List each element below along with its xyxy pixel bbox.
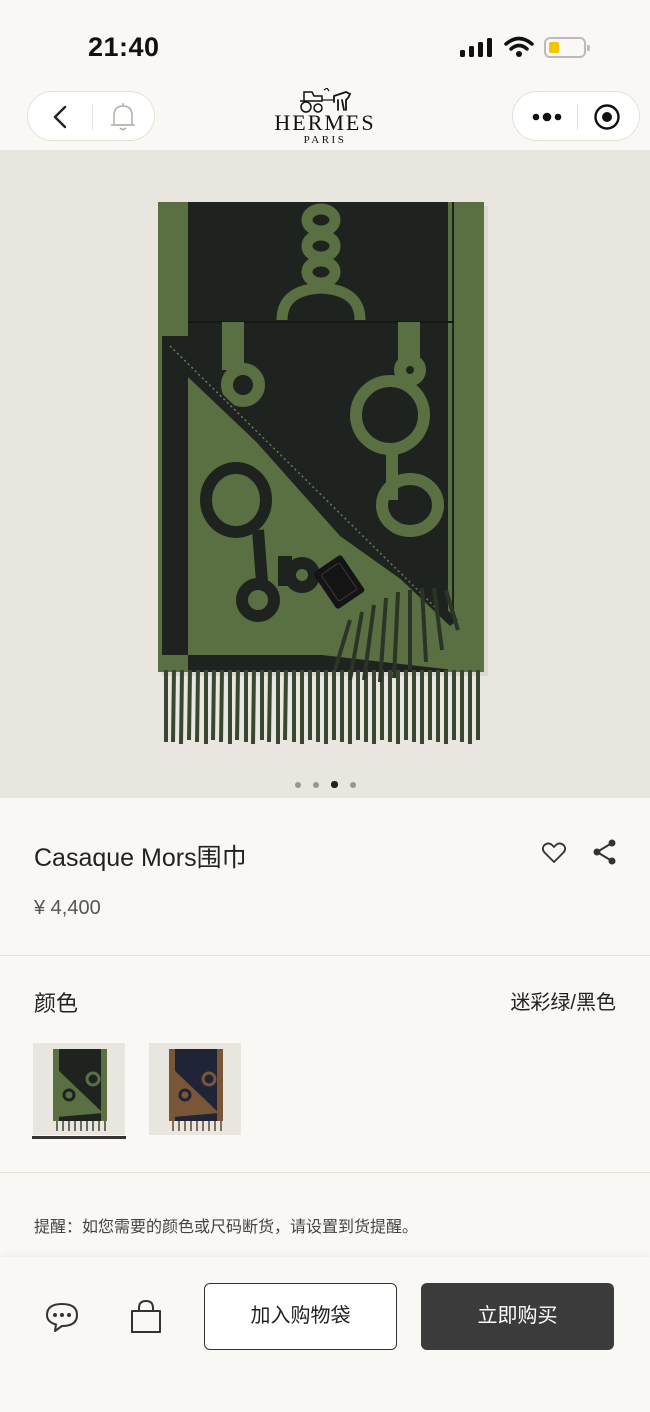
product-page: 21:40 HERMES PARIS Casaque Mors围巾 ¥ 4,40…	[0, 0, 650, 1412]
carousel-dot-active[interactable]	[330, 781, 338, 789]
bell-icon[interactable]	[106, 100, 140, 134]
product-price: ¥ 4,400	[34, 897, 101, 919]
nav-left-capsule	[27, 91, 155, 141]
carousel-indicator	[0, 776, 650, 789]
selected-color-value: 迷彩绿/黑色	[510, 992, 616, 1014]
buy-now-button[interactable]: 立即购买	[421, 1283, 614, 1350]
back-arrow-icon[interactable]	[48, 104, 74, 130]
battery-icon	[544, 37, 590, 58]
bottom-action-bar: 加入购物袋 立即购买	[0, 1257, 650, 1412]
scarf-image	[158, 202, 488, 745]
color-swatch-brown-navy[interactable]	[149, 1043, 241, 1135]
product-title: Casaque Mors围巾	[34, 844, 247, 872]
cellular-signal-icon	[460, 38, 492, 57]
add-to-cart-button[interactable]: 加入购物袋	[204, 1283, 397, 1350]
wifi-icon	[504, 36, 534, 57]
nav-right-capsule	[512, 91, 640, 141]
stock-reminder-text: 提醒：如您需要的颜色或尺码断货，请设置到货提醒。	[34, 1219, 419, 1236]
capsule-divider	[577, 104, 578, 130]
share-icon[interactable]	[592, 838, 618, 866]
brand-city: PARIS	[303, 134, 347, 146]
shopping-bag-icon[interactable]	[128, 1299, 164, 1335]
product-image-carousel[interactable]	[0, 150, 650, 798]
status-time: 21:40	[88, 32, 160, 62]
carousel-dot[interactable]	[349, 781, 356, 788]
carousel-dot[interactable]	[294, 781, 301, 788]
status-bar: 21:40	[0, 0, 650, 92]
carousel-dot[interactable]	[312, 781, 319, 788]
nav-bar: HERMES PARIS	[0, 88, 650, 148]
divider	[0, 955, 650, 956]
selected-swatch-indicator	[32, 1136, 126, 1139]
brand-name: HERMES	[274, 110, 376, 135]
color-label: 颜色	[34, 991, 79, 1016]
divider	[0, 1172, 650, 1173]
customer-service-chat-icon[interactable]	[44, 1301, 80, 1333]
brand-logo: HERMES PARIS	[256, 88, 394, 148]
close-miniprogram-icon[interactable]	[593, 103, 621, 131]
more-options-icon[interactable]	[531, 104, 563, 130]
capsule-divider	[92, 104, 93, 130]
color-swatch-green-black[interactable]	[33, 1043, 125, 1135]
heart-icon[interactable]	[541, 841, 567, 865]
